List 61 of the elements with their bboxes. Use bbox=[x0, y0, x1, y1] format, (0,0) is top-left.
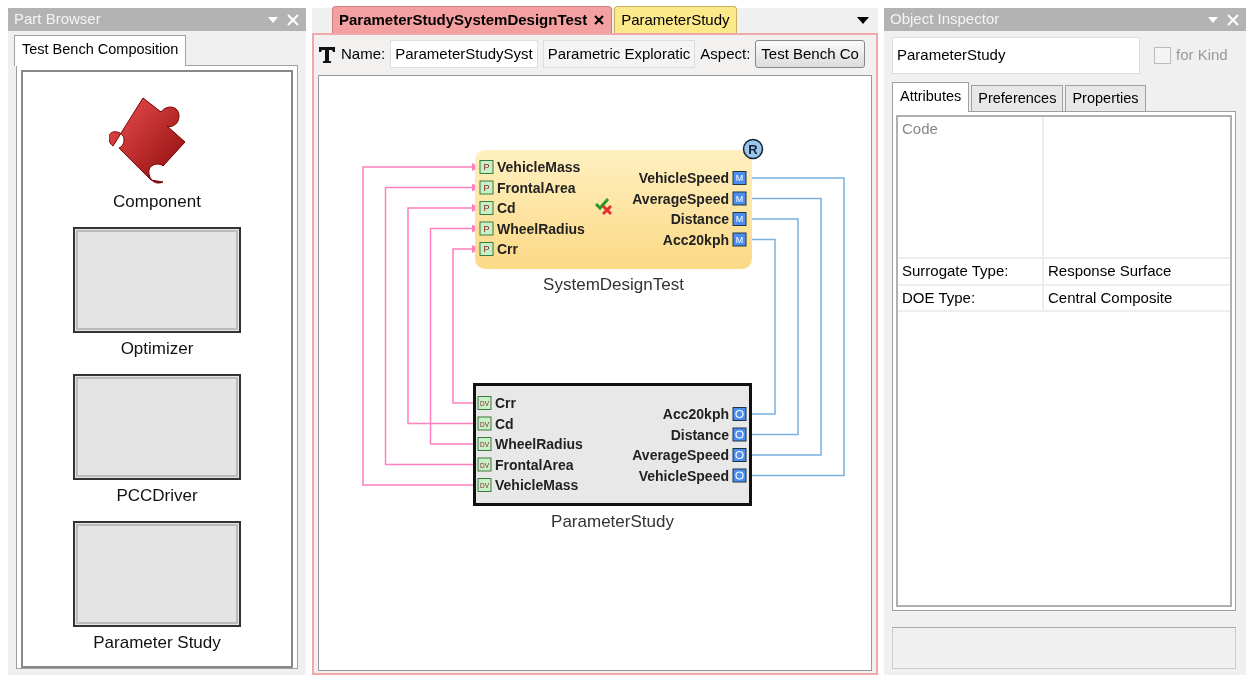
reference-badge: R bbox=[742, 138, 764, 160]
port-label: Cd bbox=[495, 415, 514, 432]
block-icon[interactable] bbox=[73, 520, 241, 627]
port-icon[interactable]: P bbox=[479, 221, 494, 236]
inspector-tab[interactable]: Preferences bbox=[971, 84, 1064, 112]
attribute-name: DOE Type: bbox=[898, 285, 1044, 311]
port-icon[interactable] bbox=[732, 427, 747, 442]
port-label: AverageSpeed bbox=[632, 190, 729, 207]
part-label[interactable]: Parameter Study bbox=[93, 630, 221, 656]
port-icon[interactable] bbox=[732, 407, 747, 421]
port-label: VehicleSpeed bbox=[638, 467, 729, 484]
port-icon[interactable]: P bbox=[479, 180, 494, 195]
port-icon[interactable] bbox=[732, 468, 747, 483]
port-icon[interactable]: P bbox=[479, 242, 494, 256]
close-icon bbox=[593, 13, 606, 26]
document-tab[interactable]: ParameterStudy bbox=[614, 5, 737, 33]
port-label: VehicleSpeed bbox=[638, 170, 729, 186]
parameter-study-block[interactable] bbox=[473, 383, 752, 506]
text-icon bbox=[318, 45, 336, 63]
part-label[interactable]: PCCDriver bbox=[116, 483, 198, 509]
attribute-value[interactable]: Response Surface bbox=[1044, 259, 1230, 284]
port-label: VehicleMass bbox=[495, 477, 579, 493]
kind-field: Parametric Exploratic bbox=[542, 39, 696, 69]
name-label: Name: bbox=[341, 43, 386, 64]
panel-title: Object Inspector bbox=[890, 9, 1001, 30]
name-field[interactable]: ParameterStudySyst bbox=[390, 39, 538, 69]
attribute-name: Surrogate Type: bbox=[898, 259, 1044, 284]
inspector-tab[interactable]: Properties bbox=[1065, 84, 1146, 112]
port-label: FrontalArea bbox=[495, 456, 574, 473]
aspect-label: Aspect: bbox=[700, 43, 751, 64]
document-tab[interactable]: ParameterStudySystemDesignTest bbox=[332, 5, 613, 33]
block-name: ParameterStudy bbox=[551, 512, 674, 531]
port-label: Crr bbox=[495, 395, 516, 411]
panel-title: Part Browser bbox=[14, 9, 102, 30]
panel-tab[interactable]: Test Bench Composition bbox=[14, 35, 187, 66]
inspector-tab[interactable]: Attributes bbox=[892, 81, 970, 113]
dropdown-icon[interactable] bbox=[856, 15, 870, 25]
port-label: WheelRadius bbox=[495, 436, 583, 452]
part-label[interactable]: Optimizer bbox=[120, 336, 194, 362]
port-label: Cd bbox=[497, 200, 516, 216]
port-label: Acc20kph bbox=[662, 231, 729, 248]
block-icon[interactable] bbox=[73, 226, 241, 333]
part-label[interactable]: Component bbox=[113, 189, 201, 215]
aspect-dropdown[interactable]: Test Bench Co bbox=[755, 39, 865, 69]
name-field[interactable]: ParameterStudy bbox=[892, 37, 1140, 74]
port-label: Distance bbox=[670, 426, 729, 443]
port-icon[interactable]: P bbox=[479, 201, 494, 215]
attribute-name: Code bbox=[898, 117, 1044, 258]
port-icon[interactable]: P bbox=[479, 160, 494, 174]
port-label: WheelRadius bbox=[497, 220, 585, 237]
checkbox-label: for Kind bbox=[1176, 45, 1228, 65]
block-name: SystemDesignTest bbox=[543, 275, 684, 294]
port-label: VehicleMass bbox=[497, 159, 581, 175]
port-icon[interactable] bbox=[732, 448, 747, 462]
port-label: Distance bbox=[670, 211, 729, 227]
port-label: Crr bbox=[497, 241, 518, 257]
port-label: FrontalArea bbox=[497, 179, 576, 196]
port-label: Acc20kph bbox=[662, 406, 729, 422]
attribute-value[interactable]: Central Composite bbox=[1044, 285, 1230, 311]
block-icon[interactable] bbox=[73, 373, 241, 480]
port-label: AverageSpeed bbox=[632, 447, 729, 463]
